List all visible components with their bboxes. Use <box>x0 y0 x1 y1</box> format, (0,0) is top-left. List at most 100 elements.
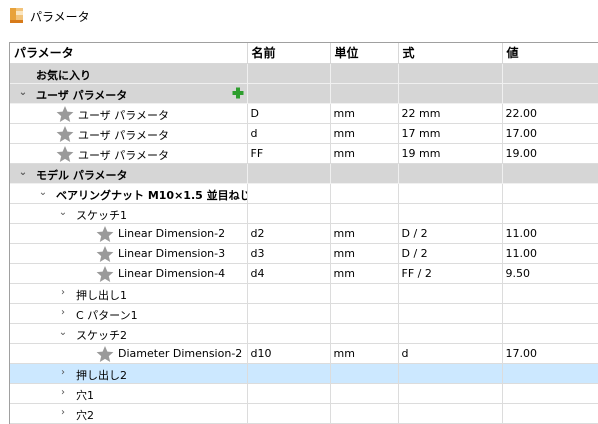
star-icon[interactable] <box>56 125 74 143</box>
name-cell <box>247 83 331 104</box>
expression-cell[interactable]: 17 mm <box>398 123 503 144</box>
row-label: Linear Dimension-2 <box>118 226 226 240</box>
expression-cell[interactable]: d <box>398 343 503 364</box>
value-cell <box>502 183 598 204</box>
chevron-down-icon[interactable]: ⌄ <box>58 207 68 218</box>
expression-cell <box>398 403 503 424</box>
star-icon[interactable] <box>96 265 114 283</box>
value-cell <box>502 363 598 384</box>
value-cell: 19.00 <box>502 143 598 164</box>
star-icon[interactable] <box>56 105 74 123</box>
name-cell <box>247 323 331 344</box>
star-icon[interactable] <box>96 345 114 363</box>
chevron-down-icon[interactable]: ⌄ <box>38 187 48 198</box>
expression-cell <box>398 163 503 184</box>
unit-cell <box>330 163 399 184</box>
name-cell <box>247 383 331 404</box>
row-label: スケッチ2 <box>76 328 127 342</box>
table-row[interactable]: Linear Dimension-4 d4 mm FF / 2 9.50 <box>10 263 598 284</box>
unit-cell <box>330 203 399 224</box>
row-label: スケッチ1 <box>76 208 127 222</box>
row-label: Diameter Dimension-2 <box>118 346 243 360</box>
expression-cell[interactable]: 22 mm <box>398 103 503 124</box>
row-label: お気に入り <box>36 68 91 82</box>
table-row[interactable]: ⌄ モデル パラメータ <box>10 163 598 184</box>
value-cell: 11.00 <box>502 243 598 264</box>
table-row[interactable]: ⌄ スケッチ2 <box>10 323 598 344</box>
expression-cell[interactable]: FF / 2 <box>398 263 503 284</box>
name-cell[interactable]: d <box>247 123 331 144</box>
unit-cell[interactable]: mm <box>330 343 399 364</box>
name-cell[interactable]: d4 <box>247 263 331 284</box>
chevron-right-icon[interactable]: › <box>58 287 68 298</box>
table-row[interactable]: Linear Dimension-3 d3 mm D / 2 11.00 <box>10 243 598 264</box>
table-row[interactable]: › C パターン1 <box>10 303 598 324</box>
unit-cell[interactable]: mm <box>330 223 399 244</box>
parameter-table[interactable]: パラメータ 名前 単位 式 値 お気に入り ⌄ ユーザ パラメータ ユーザ パラ… <box>9 42 598 424</box>
table-row[interactable]: Linear Dimension-2 d2 mm D / 2 11.00 <box>10 223 598 244</box>
name-cell <box>247 403 331 424</box>
star-icon[interactable] <box>96 225 114 243</box>
value-cell: 22.00 <box>502 103 598 124</box>
chevron-down-icon[interactable]: ⌄ <box>58 327 68 338</box>
star-icon[interactable] <box>56 145 74 163</box>
unit-cell[interactable]: mm <box>330 143 399 164</box>
unit-cell[interactable]: mm <box>330 243 399 264</box>
name-cell[interactable]: d10 <box>247 343 331 364</box>
table-row[interactable]: ⌄ ユーザ パラメータ <box>10 83 598 104</box>
value-cell <box>502 83 598 104</box>
name-cell[interactable]: FF <box>247 143 331 164</box>
chevron-right-icon[interactable]: › <box>58 387 68 398</box>
table-row[interactable]: ⌄ スケッチ1 <box>10 203 598 224</box>
column-header-unit[interactable]: 単位 <box>330 43 399 64</box>
unit-cell[interactable]: mm <box>330 263 399 284</box>
table-row[interactable]: › 穴1 <box>10 383 598 404</box>
name-cell <box>247 203 331 224</box>
name-cell <box>247 283 331 304</box>
expression-cell[interactable]: 19 mm <box>398 143 503 164</box>
row-label: 穴1 <box>76 388 94 402</box>
expression-cell <box>398 363 503 384</box>
column-header-parameter[interactable]: パラメータ <box>10 43 248 64</box>
unit-cell[interactable]: mm <box>330 103 399 124</box>
column-header-name[interactable]: 名前 <box>247 43 331 64</box>
unit-cell[interactable]: mm <box>330 123 399 144</box>
table-row[interactable]: ⌄ ベアリングナット M10×1.5 並目ねじ v1 <box>10 183 598 204</box>
row-label: ユーザ パラメータ <box>78 128 169 142</box>
chevron-right-icon[interactable]: › <box>58 367 68 378</box>
table-row-selected[interactable]: › 押し出し2 <box>10 363 598 384</box>
name-cell <box>247 63 331 84</box>
column-header-expression[interactable]: 式 <box>398 43 503 64</box>
name-cell[interactable]: d3 <box>247 243 331 264</box>
row-label: モデル パラメータ <box>36 168 128 182</box>
table-row[interactable]: ユーザ パラメータ d mm 17 mm 17.00 <box>10 123 598 144</box>
value-cell: 17.00 <box>502 343 598 364</box>
value-cell <box>502 323 598 344</box>
row-label: 穴2 <box>76 408 94 422</box>
value-cell <box>502 303 598 324</box>
table-row[interactable]: お気に入り <box>10 63 598 84</box>
star-icon[interactable] <box>96 245 114 263</box>
table-row[interactable]: Diameter Dimension-2 d10 mm d 17.00 <box>10 343 598 364</box>
table-row[interactable]: ユーザ パラメータ FF mm 19 mm 19.00 <box>10 143 598 164</box>
chevron-right-icon[interactable]: › <box>58 407 68 418</box>
name-cell <box>247 183 331 204</box>
chevron-right-icon[interactable]: › <box>58 307 68 318</box>
chevron-down-icon[interactable]: ⌄ <box>18 167 28 178</box>
name-cell[interactable]: D <box>247 103 331 124</box>
row-label: ユーザ パラメータ <box>78 148 169 162</box>
chevron-down-icon[interactable]: ⌄ <box>18 87 28 98</box>
unit-cell <box>330 283 399 304</box>
column-header-value[interactable]: 値 <box>502 43 598 64</box>
name-cell[interactable]: d2 <box>247 223 331 244</box>
expression-cell[interactable]: D / 2 <box>398 223 503 244</box>
table-row[interactable]: › 押し出し1 <box>10 283 598 304</box>
plus-icon[interactable] <box>232 87 244 99</box>
expression-cell[interactable]: D / 2 <box>398 243 503 264</box>
value-cell <box>502 163 598 184</box>
row-label: Linear Dimension-3 <box>118 246 226 260</box>
value-cell <box>502 283 598 304</box>
table-row[interactable]: ユーザ パラメータ D mm 22 mm 22.00 <box>10 103 598 124</box>
table-row[interactable]: › 穴2 <box>10 403 598 424</box>
expression-cell <box>398 383 503 404</box>
